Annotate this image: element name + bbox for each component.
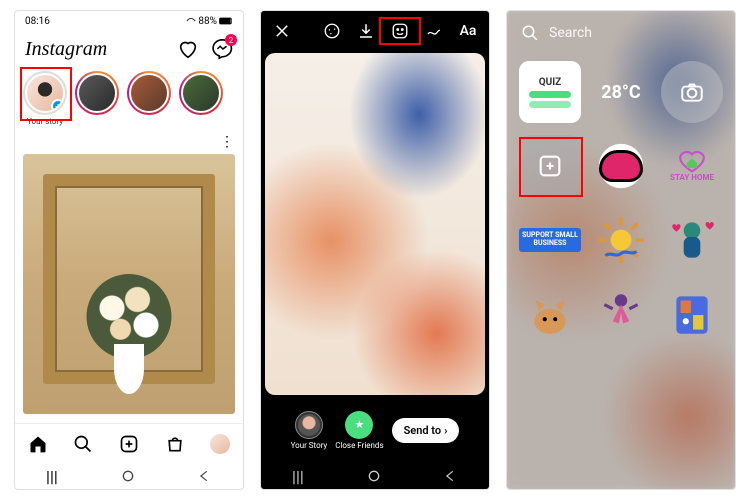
dm-badge: 2: [225, 34, 237, 46]
sticker-cat[interactable]: [519, 283, 581, 345]
add-image-icon: [536, 152, 564, 180]
add-story-plus-icon: +: [51, 99, 65, 113]
text-tool-icon[interactable]: Aa: [457, 20, 479, 42]
activity-icon[interactable]: [177, 38, 199, 60]
draw-icon[interactable]: [423, 20, 445, 42]
abstract-face-icon: [666, 288, 718, 340]
your-story[interactable]: + Your story: [23, 71, 67, 126]
send-to-label: Send to: [404, 424, 442, 437]
android-nav: |||: [15, 463, 243, 489]
close-icon[interactable]: [271, 20, 293, 42]
status-battery: 88%: [198, 16, 217, 27]
share-close-friends[interactable]: Close Friends: [335, 411, 383, 450]
support-label: SUPPORT SMALL BUSINESS: [519, 228, 581, 251]
new-post-icon[interactable]: [118, 433, 140, 455]
messenger-icon[interactable]: 2: [211, 38, 233, 60]
sticker-jumping-person[interactable]: [590, 283, 652, 345]
sticker-stay-home[interactable]: STAY HOME: [661, 135, 723, 197]
story-avatar: [129, 73, 169, 113]
photo-vase: [114, 344, 144, 394]
person-hearts-icon: [666, 214, 718, 266]
story-avatar: [77, 73, 117, 113]
bottom-nav: [15, 423, 243, 463]
your-story-label: Your story: [27, 117, 63, 126]
android-nav: |||: [261, 463, 489, 489]
screen-story-editor: Aa Your Story Close Friends Send to › ||…: [260, 10, 490, 490]
sticker-add-image[interactable]: [519, 135, 581, 197]
your-story-avatar: +: [25, 73, 65, 113]
send-to-button[interactable]: Send to ›: [392, 418, 460, 443]
status-bar: 08:16 88%: [15, 11, 243, 31]
sticker-grid[interactable]: QUIZ 28°C: [507, 55, 735, 489]
home-icon[interactable]: [27, 433, 49, 455]
quiz-option-bar: [529, 101, 571, 108]
search-placeholder: Search: [549, 25, 592, 41]
story-item[interactable]: [75, 71, 119, 115]
story-canvas[interactable]: [265, 53, 485, 395]
share-your-story[interactable]: Your Story: [291, 411, 328, 450]
instagram-logo: Instagram: [25, 38, 107, 61]
status-right: 88%: [186, 16, 233, 27]
profile-icon[interactable]: [209, 433, 231, 455]
sticker-support-small-business[interactable]: SUPPORT SMALL BUSINESS: [519, 209, 581, 271]
story-avatar: [181, 73, 221, 113]
sticker-search[interactable]: Search: [507, 11, 735, 55]
story-toolbar: Aa: [261, 11, 489, 51]
stories-tray[interactable]: + Your story: [15, 67, 243, 132]
sticker-temperature[interactable]: 28°C: [590, 61, 652, 123]
sun-icon: [595, 214, 647, 266]
post-header: ⋮: [15, 132, 243, 152]
recent-apps-icon[interactable]: |||: [46, 467, 58, 486]
sticker-abstract-face[interactable]: [661, 283, 723, 345]
quiz-label: QUIZ: [539, 77, 561, 88]
sticker-lips[interactable]: [590, 135, 652, 197]
effects-icon[interactable]: [321, 20, 343, 42]
back-icon[interactable]: [444, 469, 458, 483]
back-icon[interactable]: [198, 469, 212, 483]
profile-avatar-mini: [210, 434, 230, 454]
temperature-label: 28°C: [601, 82, 640, 103]
sticker-camera[interactable]: [661, 61, 723, 123]
feed-post-image[interactable]: [23, 154, 235, 414]
recent-apps-icon[interactable]: |||: [292, 467, 304, 486]
shop-icon[interactable]: [164, 433, 186, 455]
story-item[interactable]: [179, 71, 223, 115]
jumping-person-icon: [595, 288, 647, 340]
sticker-quiz[interactable]: QUIZ: [519, 61, 581, 123]
close-friends-chip-label: Close Friends: [335, 441, 383, 450]
chevron-right-icon: ›: [444, 424, 447, 437]
quiz-option-bar: [529, 91, 571, 98]
screen-instagram-home: 08:16 88% Instagram 2 + You: [14, 10, 244, 490]
app-header: Instagram 2: [15, 31, 243, 67]
home-button-icon[interactable]: [366, 468, 382, 484]
your-story-circle-icon: [295, 411, 323, 439]
sticker-person-hearts[interactable]: [661, 209, 723, 271]
sticker-panel: Search QUIZ 28°C: [507, 11, 735, 489]
screen-sticker-picker: Search QUIZ 28°C: [506, 10, 736, 490]
story-share-row: Your Story Close Friends Send to ›: [261, 397, 489, 463]
story-item[interactable]: [127, 71, 171, 115]
post-more-icon[interactable]: ⋮: [220, 134, 235, 150]
search-icon: [521, 24, 539, 42]
your-story-chip-label: Your Story: [291, 441, 328, 450]
close-friends-star-icon: [345, 411, 373, 439]
cat-icon: [524, 288, 576, 340]
sticker-icon[interactable]: [389, 20, 411, 42]
camera-icon: [679, 79, 705, 105]
status-time: 08:16: [25, 16, 50, 27]
heart-house-icon: [675, 150, 709, 174]
download-icon[interactable]: [355, 20, 377, 42]
sticker-sun[interactable]: [590, 209, 652, 271]
search-icon[interactable]: [72, 433, 94, 455]
home-button-icon[interactable]: [120, 468, 136, 484]
stay-home-label: STAY HOME: [670, 174, 714, 182]
